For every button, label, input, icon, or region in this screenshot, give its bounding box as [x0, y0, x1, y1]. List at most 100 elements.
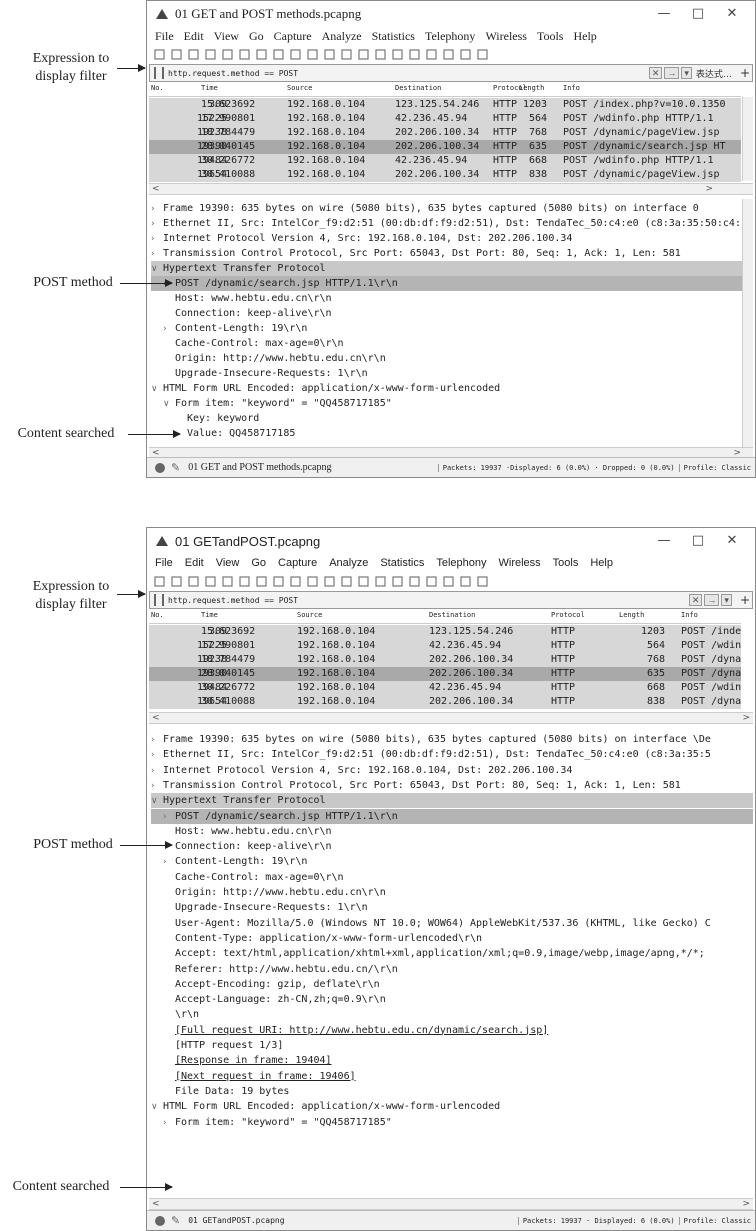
restart-capture-icon[interactable]: [187, 575, 199, 587]
menu-go[interactable]: Go: [249, 29, 264, 44]
back-icon[interactable]: [306, 48, 318, 60]
detail-tree-item[interactable]: › Transmission Control Protocol, Src Port…: [151, 246, 753, 261]
menu-help[interactable]: Help: [573, 29, 596, 44]
recent-filters-dropdown[interactable]: ▾: [721, 594, 732, 606]
detail-tree-item[interactable]: ∨ Hypertext Transfer Protocol: [151, 793, 753, 809]
add-filter-button[interactable]: +: [740, 593, 750, 607]
packet-row[interactable]: 19390 28.040145 192.168.0.104 202.206.100.3…: [149, 140, 741, 154]
expand-toggle-icon[interactable]: ›: [151, 748, 163, 762]
packet-row[interactable]: 309 15.623692 192.168.0.104 123.125.54.246 H…: [149, 625, 741, 639]
detail-tree-item[interactable]: [Response in frame: 19404]: [151, 1053, 753, 1068]
menu-statistics[interactable]: Statistics: [380, 557, 424, 569]
column-header-destination[interactable]: Destination: [429, 611, 475, 619]
autoscroll-icon[interactable]: [391, 48, 403, 60]
expand-toggle-icon[interactable]: ›: [151, 232, 163, 246]
maximize-button[interactable]: □: [681, 3, 715, 25]
colorize-icon[interactable]: [408, 48, 420, 60]
detail-tree-item[interactable]: › Content-Length: 19\r\n: [151, 854, 753, 869]
menu-view[interactable]: View: [216, 557, 240, 569]
detail-tree-item[interactable]: › Transmission Control Protocol, Src Port…: [151, 778, 753, 793]
scroll-right-arrow[interactable]: >: [742, 713, 750, 724]
packet-list-hscroll[interactable]: < >: [149, 183, 753, 195]
detail-tree-item[interactable]: › Frame 19390: 635 bytes on wire (5080 bi…: [151, 201, 753, 216]
menu-help[interactable]: Help: [590, 557, 613, 569]
minimize-button[interactable]: —: [647, 3, 681, 25]
scroll-left-arrow[interactable]: <: [152, 184, 160, 195]
menu-file[interactable]: File: [155, 29, 174, 44]
save-file-icon[interactable]: [238, 575, 250, 587]
detail-tree-item[interactable]: File Data: 19 bytes: [151, 1084, 753, 1099]
column-header-no[interactable]: No.: [151, 84, 164, 92]
column-header-source[interactable]: Source: [297, 611, 322, 619]
scroll-right-arrow[interactable]: >: [705, 184, 713, 195]
open-file-icon[interactable]: [221, 48, 233, 60]
menu-edit[interactable]: Edit: [184, 29, 204, 44]
maximize-button[interactable]: □: [681, 530, 715, 552]
detail-tree-item[interactable]: ∨ HTML Form URL Encoded: application/x-ww…: [151, 1099, 753, 1114]
detail-tree-item[interactable]: Upgrade-Insecure-Requests: 1\r\n: [151, 900, 753, 915]
packet-row[interactable]: 19484 30.226772 192.168.0.104 42.236.45.94 H…: [149, 681, 741, 695]
packet-row[interactable]: 309 15.623692 192.168.0.104 123.125.54.246 H…: [149, 98, 741, 112]
packet-list-scrollbar[interactable]: [742, 97, 753, 181]
stop-capture-icon[interactable]: [170, 48, 182, 60]
start-capture-icon[interactable]: [153, 48, 165, 60]
zoom-reset-icon[interactable]: [459, 575, 471, 587]
expand-toggle-icon[interactable]: ›: [163, 1116, 175, 1130]
packet-row[interactable]: 19238 18.784479 192.168.0.104 202.206.100.3…: [149, 126, 741, 140]
detail-tree-item[interactable]: Content-Type: application/x-www-form-url…: [151, 931, 753, 946]
detail-tree-item[interactable]: Connection: keep-alive\r\n: [151, 839, 753, 854]
column-header-length[interactable]: Length: [519, 84, 544, 92]
detail-tree-item[interactable]: \r\n: [151, 1007, 753, 1022]
stop-capture-icon[interactable]: [170, 575, 182, 587]
detail-tree-item[interactable]: Origin: http://www.hebtu.edu.cn\r\n: [151, 885, 753, 900]
first-icon[interactable]: [357, 48, 369, 60]
expand-toggle-icon[interactable]: ∨: [151, 794, 163, 808]
scroll-left-arrow[interactable]: <: [152, 1199, 160, 1210]
resize-columns-icon[interactable]: [476, 575, 488, 587]
close-button[interactable]: ✕: [715, 3, 749, 25]
minimize-button[interactable]: —: [647, 530, 681, 552]
menu-tools[interactable]: Tools: [537, 29, 564, 44]
detail-tree-item[interactable]: › Content-Length: 19\r\n: [151, 321, 753, 336]
expand-toggle-icon[interactable]: ∨: [151, 1100, 163, 1114]
menu-analyze[interactable]: Analyze: [329, 557, 368, 569]
recent-filters-dropdown[interactable]: ▾: [681, 67, 692, 79]
options-icon[interactable]: [204, 575, 216, 587]
menu-wireless[interactable]: Wireless: [485, 29, 527, 44]
zoom-reset-icon[interactable]: [459, 48, 471, 60]
close-file-icon[interactable]: [255, 575, 267, 587]
zoom-out-icon[interactable]: [442, 575, 454, 587]
packet-row[interactable]: 19654 30.410088 192.168.0.104 202.206.100.3…: [149, 695, 741, 709]
expand-toggle-icon[interactable]: ∨: [163, 397, 175, 411]
last-icon[interactable]: [374, 575, 386, 587]
detail-tree-item[interactable]: [Full request URI: http://www.hebtu.edu.…: [151, 1023, 753, 1038]
close-button[interactable]: ✕: [715, 530, 749, 552]
packet-row[interactable]: 19484 30.226772 192.168.0.104 42.236.45.94 H…: [149, 154, 741, 168]
detail-tree-item[interactable]: Host: www.hebtu.edu.cn\r\n: [151, 291, 753, 306]
expand-toggle-icon[interactable]: ›: [163, 810, 175, 824]
menu-statistics[interactable]: Statistics: [372, 29, 415, 44]
detail-tree-item[interactable]: Value: QQ458717185: [151, 426, 753, 441]
detail-tree-item[interactable]: ∨ HTML Form URL Encoded: application/x-ww…: [151, 381, 753, 396]
detail-tree-item[interactable]: ∨ Form item: "keyword" = "QQ458717185": [151, 396, 753, 411]
back-icon[interactable]: [306, 575, 318, 587]
clear-filter-icon[interactable]: ✕: [648, 67, 663, 79]
forward-icon[interactable]: [323, 48, 335, 60]
display-filter-bar[interactable]: http.request.method == POST ✕ → ▾ 表达式… +: [149, 64, 753, 82]
detail-tree-item[interactable]: Upgrade-Insecure-Requests: 1\r\n: [151, 366, 753, 381]
menu-telephony[interactable]: Telephony: [436, 557, 486, 569]
open-file-icon[interactable]: [221, 575, 233, 587]
clear-filter-icon[interactable]: ✕: [688, 594, 703, 606]
bookmark-icon[interactable]: [154, 594, 164, 606]
expand-toggle-icon[interactable]: ›: [151, 247, 163, 261]
expand-toggle-icon[interactable]: ›: [151, 779, 163, 793]
details-scrollbar[interactable]: [742, 199, 753, 449]
column-header-protocol[interactable]: Protocol: [551, 611, 585, 619]
expand-toggle-icon[interactable]: ∨: [151, 382, 163, 396]
find-icon[interactable]: [289, 48, 301, 60]
bookmark-icon[interactable]: [154, 67, 164, 79]
detail-tree-item[interactable]: ›POST /dynamic/search.jsp HTTP/1.1\r\n: [151, 808, 753, 824]
apply-filter-icon[interactable]: →: [664, 67, 680, 79]
packet-row[interactable]: 19390 28.040145 192.168.0.104 202.206.100.3…: [149, 667, 741, 681]
reload-icon[interactable]: [272, 575, 284, 587]
